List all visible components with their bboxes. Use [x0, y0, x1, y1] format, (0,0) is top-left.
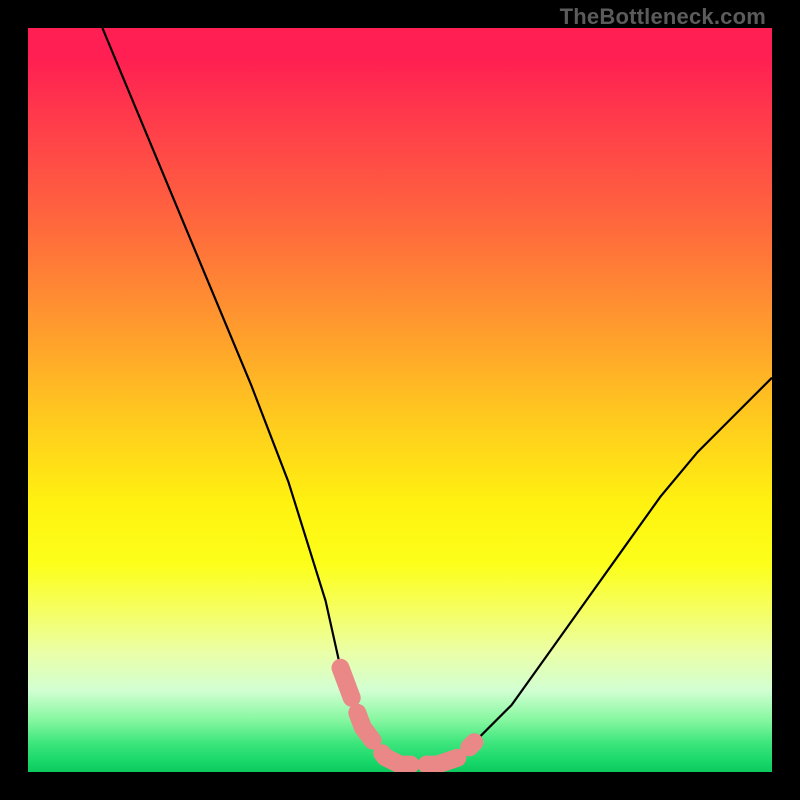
- chart-svg: [28, 28, 772, 772]
- plot-area: [28, 28, 772, 772]
- bottleneck-curve-line: [102, 28, 772, 765]
- optimal-zone-highlight: [341, 668, 475, 765]
- chart-frame: TheBottleneck.com: [0, 0, 800, 800]
- watermark-text: TheBottleneck.com: [560, 4, 766, 30]
